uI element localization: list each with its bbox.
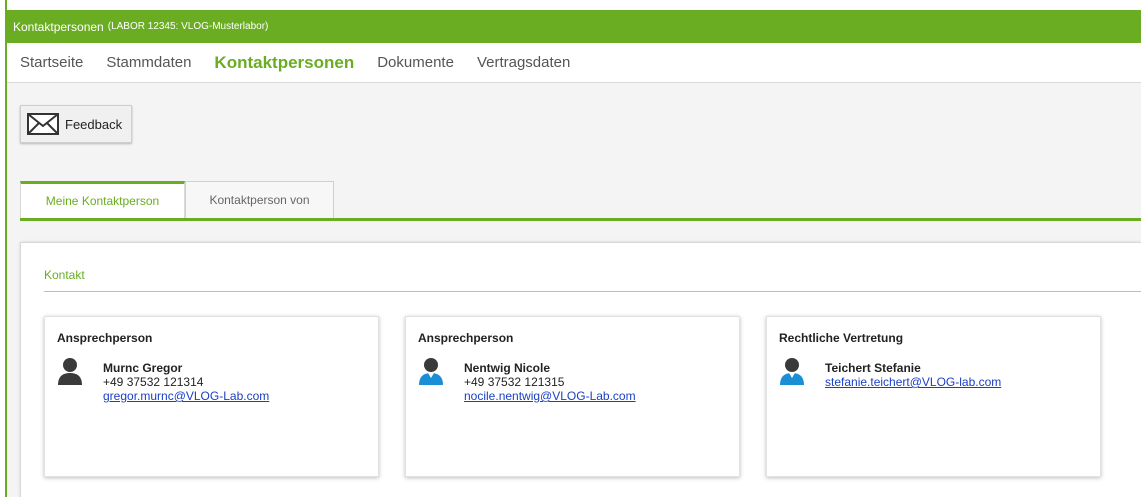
contact-card: Ansprechperson Murnc Gregor +49 37532 12… <box>44 316 379 477</box>
card-title: Ansprechperson <box>418 331 514 345</box>
tab-meine-kontaktperson[interactable]: Meine Kontaktperson <box>20 181 185 218</box>
window-frame-left <box>0 0 7 497</box>
content-area: Feedback Meine Kontaktperson Kontaktpers… <box>7 84 1141 497</box>
contact-card: Ansprechperson Nentwig Nicole +49 37532 … <box>405 316 740 477</box>
feedback-label: Feedback <box>65 116 123 132</box>
person-blue-icon <box>778 357 806 390</box>
envelope-icon <box>27 113 59 135</box>
tab-bar: Meine Kontaktperson Kontaktperson von <box>20 181 1141 221</box>
contact-panel: Kontakt Ansprechperson Murnc Gregor +49 … <box>20 242 1141 497</box>
contact-info: Teichert Stefanie stefanie.teichert@VLOG… <box>825 361 1001 389</box>
contact-name: Teichert Stefanie <box>825 361 921 375</box>
person-dark-icon <box>56 357 84 390</box>
contact-name: Nentwig Nicole <box>464 361 551 375</box>
nav-item-kontaktpersonen[interactable]: Kontaktpersonen <box>214 53 354 73</box>
contact-name: Murnc Gregor <box>103 361 183 375</box>
nav-item-stammdaten[interactable]: Stammdaten <box>106 54 191 71</box>
card-title: Ansprechperson <box>57 331 153 345</box>
section-divider <box>44 291 1141 292</box>
contact-phone: +49 37532 121315 <box>464 375 565 389</box>
nav-item-startseite[interactable]: Startseite <box>20 54 83 71</box>
contact-phone: +49 37532 121314 <box>103 375 204 389</box>
person-blue-icon <box>417 357 445 390</box>
contact-info: Murnc Gregor +49 37532 121314 gregor.mur… <box>103 361 269 403</box>
nav-item-vertragsdaten[interactable]: Vertragsdaten <box>477 54 570 71</box>
nav-item-dokumente[interactable]: Dokumente <box>377 54 454 71</box>
tab-kontaktperson-von[interactable]: Kontaktperson von <box>185 181 334 218</box>
contact-card: Rechtliche Vertretung Teichert Stefanie … <box>766 316 1101 477</box>
contact-email-link[interactable]: gregor.murnc@VLOG-Lab.com <box>103 389 269 403</box>
window-title: Kontaktpersonen <box>13 19 104 34</box>
section-title: Kontakt <box>44 268 85 282</box>
contact-email-link[interactable]: stefanie.teichert@VLOG-lab.com <box>825 375 1001 389</box>
contact-email-link[interactable]: nocile.nentwig@VLOG-Lab.com <box>464 389 636 403</box>
card-title: Rechtliche Vertretung <box>779 331 904 345</box>
window-subtitle: (LABOR 12345: VLOG-Musterlabor) <box>107 21 269 32</box>
main-nav: Startseite Stammdaten Kontaktpersonen Do… <box>7 43 1141 83</box>
feedback-button[interactable]: Feedback <box>20 105 132 143</box>
titlebar: Kontaktpersonen (LABOR 12345: VLOG-Muste… <box>7 0 1141 43</box>
titlebar-bar: Kontaktpersonen (LABOR 12345: VLOG-Muste… <box>7 10 1141 43</box>
contact-info: Nentwig Nicole +49 37532 121315 nocile.n… <box>464 361 636 403</box>
